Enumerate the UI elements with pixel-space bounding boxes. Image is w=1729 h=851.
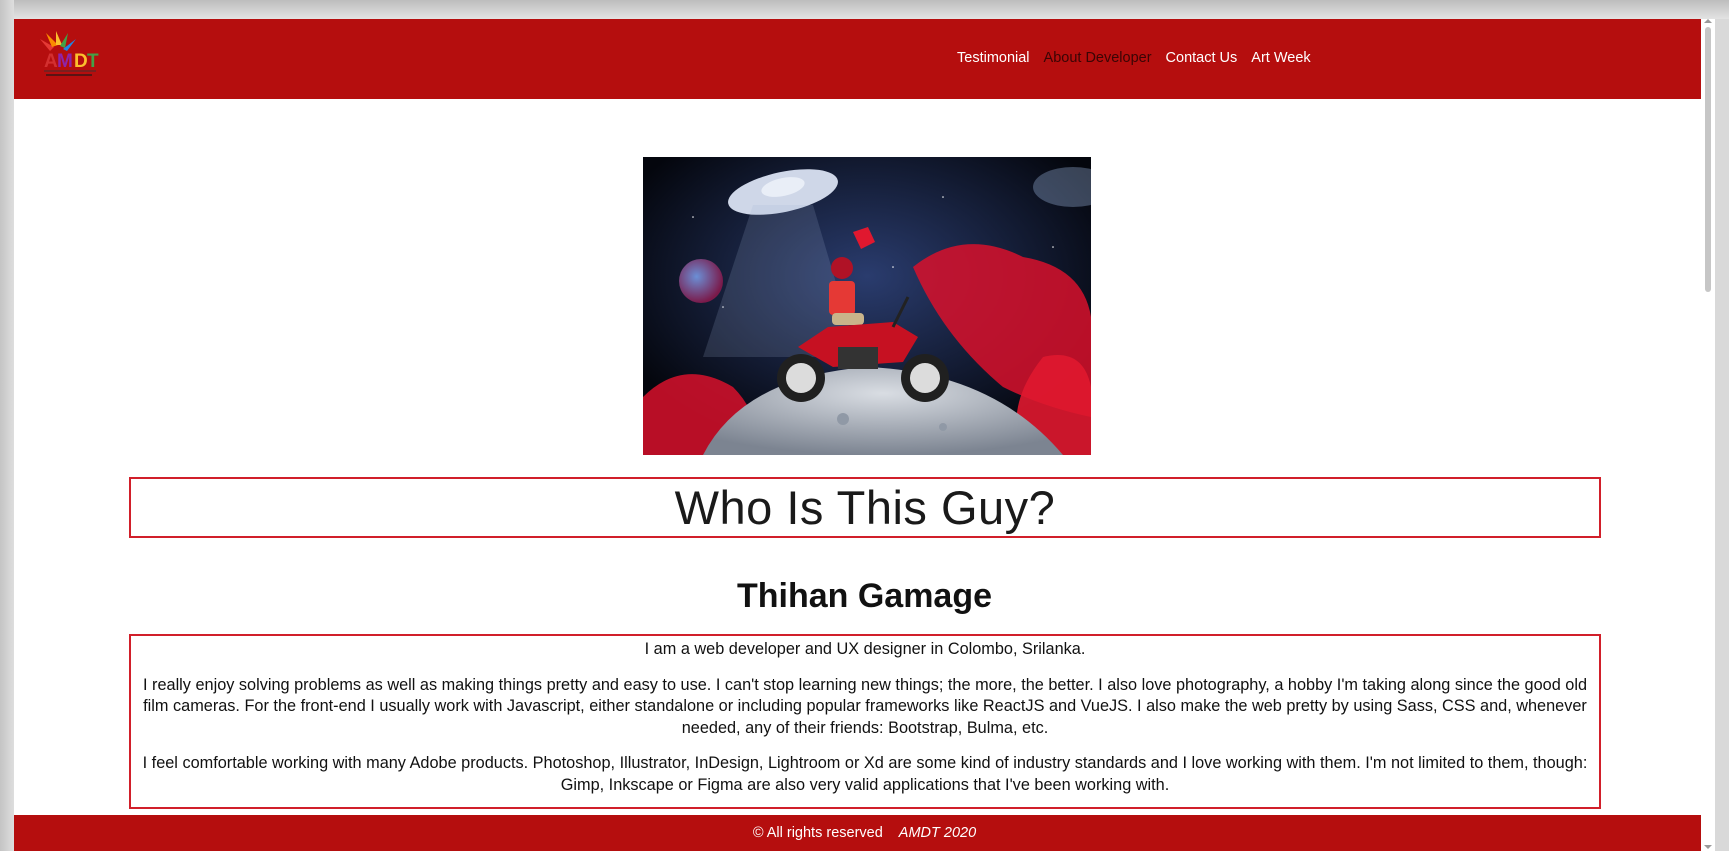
svg-text:M: M bbox=[57, 51, 73, 72]
window-left-edge bbox=[0, 0, 14, 851]
nav-item-testimonial[interactable]: Testimonial bbox=[957, 50, 1030, 66]
bio-box: I am a web developer and UX designer in … bbox=[129, 634, 1601, 809]
vertical-scrollbar[interactable] bbox=[1701, 19, 1715, 851]
footer-copyright: © All rights reserved bbox=[752, 825, 883, 841]
scroll-thumb[interactable] bbox=[1705, 27, 1711, 292]
nav-item-contact-us[interactable]: Contact Us bbox=[1166, 50, 1238, 66]
footer: © All rights reserved AMDT 2020 bbox=[14, 815, 1715, 851]
footer-brand: AMDT 2020 bbox=[898, 825, 977, 841]
navbar: A M D T Testimonial About Developer Cont… bbox=[14, 19, 1715, 99]
heading-box: Who Is This Guy? bbox=[129, 477, 1601, 538]
bio-paragraph: I am a web developer and UX designer in … bbox=[644, 640, 1086, 658]
bio-paragraph: I really enjoy solving problems as well … bbox=[142, 675, 1588, 737]
window-top-edge bbox=[0, 0, 1729, 19]
svg-text:D: D bbox=[74, 51, 88, 72]
nav-item-about-developer[interactable]: About Developer bbox=[1044, 50, 1152, 66]
page-viewport: A M D T Testimonial About Developer Cont… bbox=[14, 19, 1715, 851]
brand-logo[interactable]: A M D T bbox=[36, 31, 102, 79]
developer-name: Thihan Gamage bbox=[736, 577, 993, 615]
hero-photo-icon bbox=[643, 157, 1091, 455]
svg-text:A: A bbox=[44, 51, 58, 72]
scroll-down-icon[interactable] bbox=[1704, 845, 1712, 849]
hero-image bbox=[643, 157, 1091, 455]
logo-icon: A M D T bbox=[40, 31, 99, 76]
svg-text:T: T bbox=[87, 51, 99, 72]
nav-menu: Testimonial About Developer Contact Us A… bbox=[957, 48, 1311, 68]
bio-paragraph: I feel comfortable working with many Ado… bbox=[142, 754, 1588, 794]
nav-item-art-week[interactable]: Art Week bbox=[1251, 50, 1310, 66]
scroll-up-icon[interactable] bbox=[1704, 19, 1712, 23]
page-title: Who Is This Guy? bbox=[674, 481, 1056, 534]
